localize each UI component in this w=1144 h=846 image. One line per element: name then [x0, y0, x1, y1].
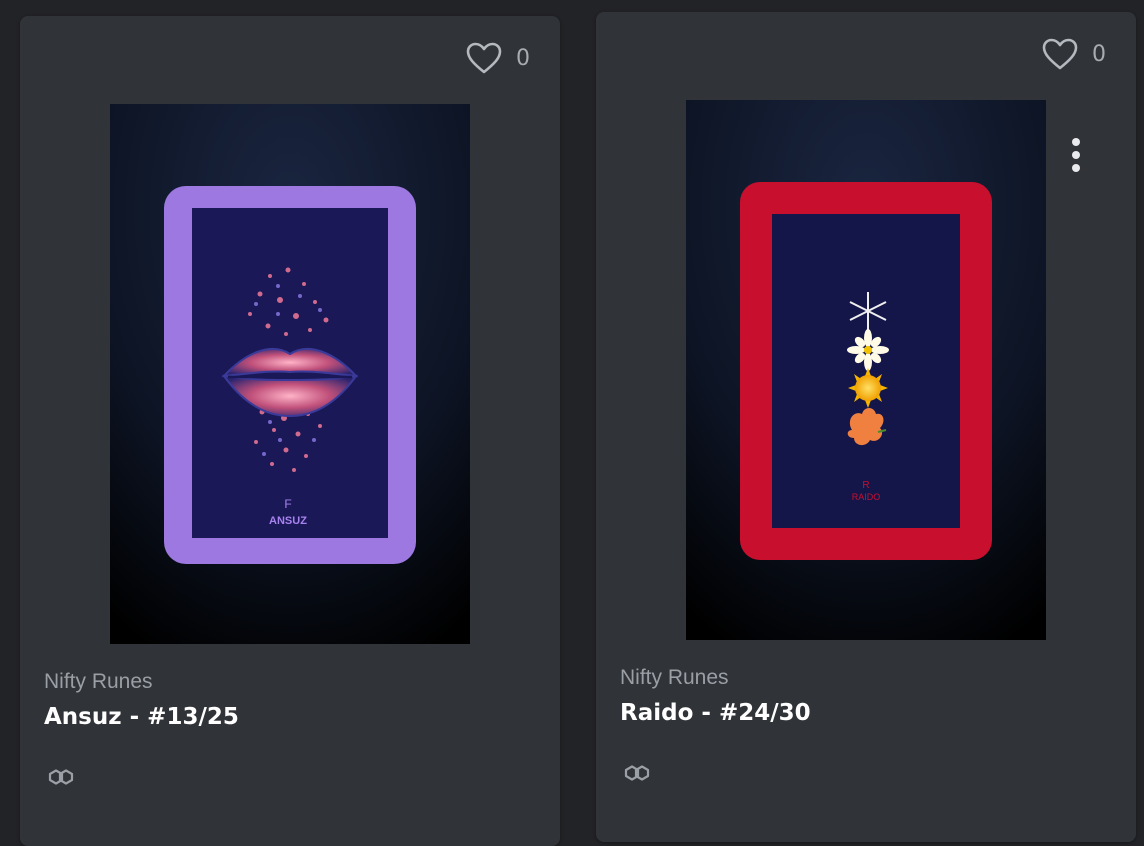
like-button[interactable]: 0 — [1042, 38, 1106, 70]
nft-title[interactable]: Ansuz - #13/25 — [44, 704, 239, 730]
collection-name[interactable]: Nifty Runes — [44, 670, 153, 694]
rune-glyph: R — [862, 480, 869, 491]
rune-name: RAIDO — [852, 492, 881, 502]
dot-icon — [1072, 138, 1080, 146]
polygon-icon — [624, 765, 650, 781]
more-options-button[interactable] — [1066, 138, 1086, 174]
collection-name[interactable]: Nifty Runes — [620, 666, 729, 690]
rune-glyph: F — [284, 497, 291, 511]
like-count: 0 — [1092, 41, 1106, 67]
heart-icon — [466, 42, 502, 74]
nft-artwork[interactable]: F ANSUZ — [110, 104, 470, 644]
dot-icon — [1072, 151, 1080, 159]
nft-card-raido[interactable]: 0 R RAIDO Nifty Runes Raido - #24/30 — [596, 12, 1136, 842]
rune-name: ANSUZ — [269, 515, 307, 527]
polygon-icon — [48, 769, 74, 785]
like-count: 0 — [516, 45, 530, 71]
dot-icon — [1072, 164, 1080, 172]
nft-title[interactable]: Raido - #24/30 — [620, 700, 811, 726]
nft-artwork[interactable]: R RAIDO — [686, 100, 1046, 640]
like-button[interactable]: 0 — [466, 42, 530, 74]
nft-card-ansuz[interactable]: 0 F ANSUZ Nifty Runes Ansuz - #13/25 — [20, 16, 560, 846]
heart-icon — [1042, 38, 1078, 70]
